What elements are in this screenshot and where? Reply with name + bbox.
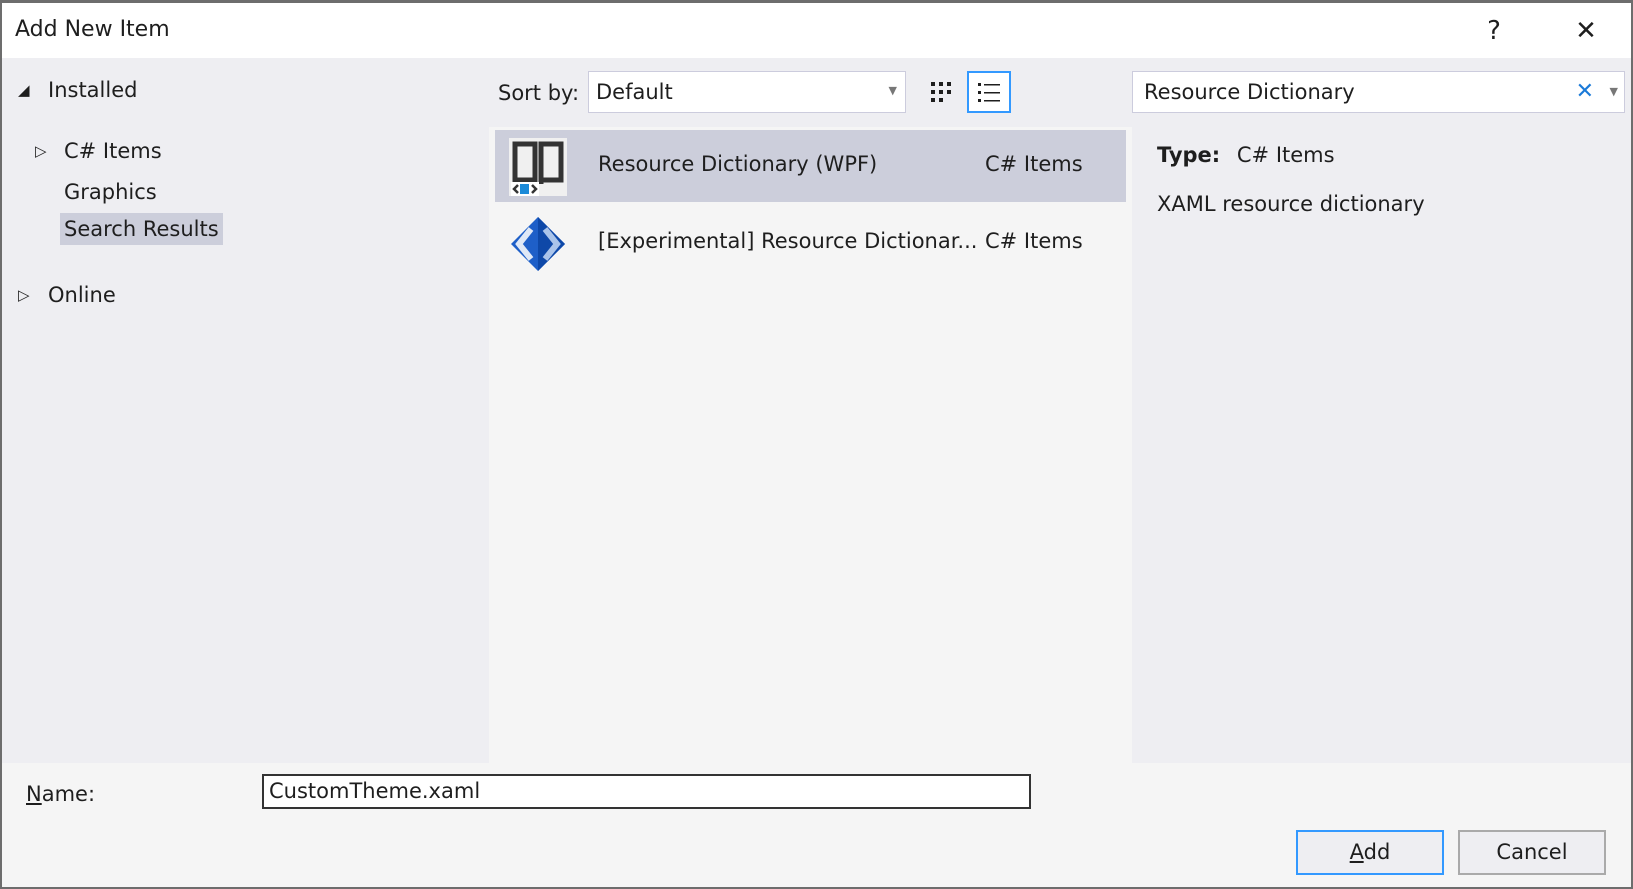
type-value: C# Items bbox=[1236, 143, 1335, 167]
tree-item-installed[interactable]: ◢ Installed bbox=[18, 78, 137, 102]
details-type: Type: C# Items bbox=[1157, 143, 1335, 167]
list-item[interactable]: [Experimental] Resource Dictionar... C# … bbox=[495, 207, 1126, 279]
item-category: C# Items bbox=[985, 229, 1083, 253]
title-bar: Add New Item ? ✕ bbox=[2, 3, 1631, 58]
add-new-item-dialog: Add New Item ? ✕ ◢ Installed ▷ C# Items … bbox=[2, 3, 1631, 887]
book-xaml-icon bbox=[509, 138, 567, 196]
item-name: Resource Dictionary (WPF) bbox=[598, 152, 878, 176]
chevron-down-icon: ▼ bbox=[888, 84, 897, 97]
grid-icon bbox=[931, 82, 951, 102]
dialog-title: Add New Item bbox=[15, 17, 170, 42]
template-list: Resource Dictionary (WPF) C# Items [Expe… bbox=[489, 127, 1132, 763]
list-item[interactable]: Resource Dictionary (WPF) C# Items bbox=[495, 130, 1126, 202]
medium-icons-view-button[interactable] bbox=[926, 75, 960, 111]
sort-by-label: Sort by: bbox=[498, 81, 580, 105]
name-label: Name: bbox=[26, 782, 96, 806]
cancel-button[interactable]: Cancel bbox=[1458, 830, 1606, 875]
help-button[interactable]: ? bbox=[1472, 11, 1516, 51]
expanded-triangle-icon: ◢ bbox=[18, 81, 30, 99]
clear-search-icon[interactable]: ✕ bbox=[1576, 79, 1594, 104]
tree-item-search-results[interactable]: Search Results bbox=[60, 213, 223, 245]
list-view-button[interactable] bbox=[967, 71, 1011, 113]
sort-by-dropdown[interactable]: Default ▼ bbox=[588, 71, 906, 113]
tree-item-graphics[interactable]: Graphics bbox=[60, 180, 157, 204]
add-button[interactable]: Add bbox=[1296, 830, 1444, 875]
collapsed-triangle-icon: ▷ bbox=[35, 142, 47, 160]
details-description: XAML resource dictionary bbox=[1157, 192, 1425, 216]
item-name: [Experimental] Resource Dictionar... bbox=[598, 229, 978, 253]
collapsed-triangle-icon: ▷ bbox=[18, 286, 30, 304]
search-input[interactable]: Resource Dictionary ✕ ▼ bbox=[1132, 71, 1625, 113]
xaml-cube-icon bbox=[511, 217, 565, 271]
tree-item-online[interactable]: ▷ Online bbox=[18, 283, 116, 307]
chevron-down-icon[interactable]: ▼ bbox=[1610, 85, 1618, 98]
type-label: Type: bbox=[1157, 143, 1221, 167]
list-icon bbox=[978, 83, 1000, 102]
name-input[interactable]: CustomTheme.xaml bbox=[262, 774, 1031, 809]
close-button[interactable]: ✕ bbox=[1564, 11, 1608, 51]
item-category: C# Items bbox=[985, 152, 1083, 176]
tree-item-csharp-items[interactable]: ▷ C# Items bbox=[35, 139, 162, 163]
